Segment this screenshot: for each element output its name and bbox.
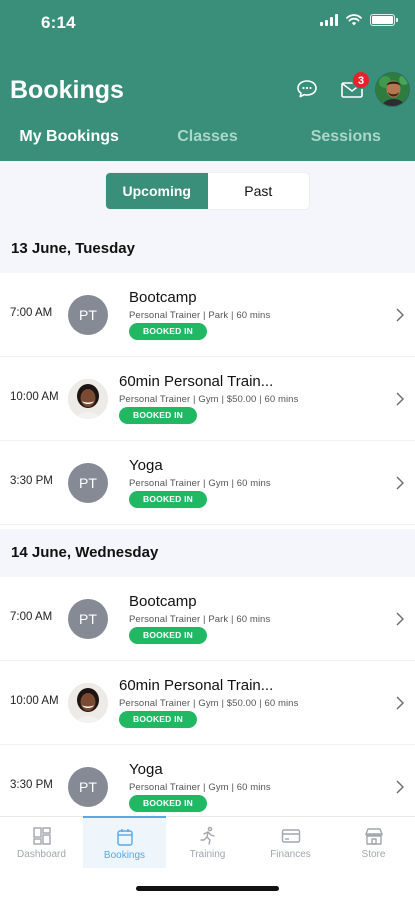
chevron-right-icon	[396, 392, 404, 406]
booked-in-badge: BOOKED IN	[119, 407, 197, 424]
wifi-icon	[346, 14, 362, 26]
home-indicator	[136, 886, 279, 891]
date-header: 13 June, Tuesday	[0, 225, 415, 273]
tab-classes[interactable]: Classes	[138, 118, 276, 161]
trainer-initials-avatar: PT	[68, 767, 108, 807]
nav-label: Bookings	[103, 850, 146, 861]
booking-title: Yoga	[129, 761, 163, 778]
trainer-photo-avatar	[68, 683, 108, 723]
segment-area: Upcoming Past	[0, 161, 415, 225]
trainer-photo-avatar	[68, 379, 108, 419]
booking-subtitle: Personal Trainer | Park | 60 mins	[129, 614, 271, 625]
chevron-right-icon	[396, 612, 404, 626]
nav-training[interactable]: Training	[166, 817, 249, 869]
booking-title: 60min Personal Train...	[119, 373, 274, 390]
booking-title: Bootcamp	[129, 289, 197, 306]
nav-label: Finances	[270, 849, 311, 860]
status-bar: 6:14	[0, 0, 415, 46]
dashboard-icon	[32, 827, 51, 845]
booking-title: Yoga	[129, 457, 163, 474]
nav-finances[interactable]: Finances	[249, 817, 332, 869]
trainer-initials-avatar: PT	[68, 599, 108, 639]
booking-title: Bootcamp	[129, 593, 197, 610]
booking-row[interactable]: 3:30 PM PT Yoga Personal Trainer | Gym |…	[0, 441, 415, 525]
booking-time: 7:00 AM	[10, 611, 53, 623]
page-title: Bookings	[10, 76, 124, 104]
booking-subtitle: Personal Trainer | Gym | $50.00 | 60 min…	[119, 394, 299, 405]
booked-in-badge: BOOKED IN	[129, 323, 207, 340]
tab-sessions[interactable]: Sessions	[277, 118, 415, 161]
booked-in-badge: BOOKED IN	[129, 627, 207, 644]
status-icons	[320, 14, 398, 26]
booking-subtitle: Personal Trainer | Gym | 60 mins	[129, 782, 271, 793]
trainer-initials-avatar: PT	[68, 295, 108, 335]
notification-badge: 3	[352, 71, 370, 89]
store-icon	[364, 828, 383, 845]
upcoming-button[interactable]: Upcoming	[106, 173, 208, 209]
status-time: 6:14	[41, 13, 76, 32]
booking-time: 3:30 PM	[10, 475, 53, 487]
signal-icon	[320, 14, 338, 26]
calendar-icon	[116, 829, 133, 846]
booking-subtitle: Personal Trainer | Gym | $50.00 | 60 min…	[119, 698, 299, 709]
booking-row[interactable]: 10:00 AM 60min Personal Train... Persona…	[0, 661, 415, 745]
booking-time: 10:00 AM	[10, 391, 59, 403]
booking-title: 60min Personal Train...	[119, 677, 274, 694]
credit-card-icon	[281, 829, 300, 843]
booking-row[interactable]: 10:00 AM 60min Personal Train... Persona…	[0, 357, 415, 441]
upcoming-past-toggle: Upcoming Past	[106, 173, 309, 209]
nav-store[interactable]: Store	[332, 817, 415, 869]
booking-row[interactable]: 7:00 AM PT Bootcamp Personal Trainer | P…	[0, 273, 415, 357]
booking-time: 3:30 PM	[10, 779, 53, 791]
trainer-initials-avatar: PT	[68, 463, 108, 503]
booking-subtitle: Personal Trainer | Park | 60 mins	[129, 310, 271, 321]
app-header: 6:14 Bookings 3 My Bookings Classes Sess…	[0, 0, 415, 161]
user-avatar[interactable]	[375, 72, 410, 107]
booked-in-badge: BOOKED IN	[119, 711, 197, 728]
nav-bookings[interactable]: Bookings	[83, 816, 166, 868]
chevron-right-icon	[396, 476, 404, 490]
booked-in-badge: BOOKED IN	[129, 795, 207, 812]
top-tabs: My Bookings Classes Sessions	[0, 118, 415, 161]
running-icon	[199, 826, 215, 845]
battery-icon	[370, 14, 398, 26]
past-button[interactable]: Past	[208, 173, 310, 209]
nav-label: Dashboard	[17, 849, 66, 860]
nav-label: Store	[361, 849, 386, 860]
nav-dashboard[interactable]: Dashboard	[0, 817, 83, 869]
chat-icon[interactable]	[296, 79, 318, 99]
chevron-right-icon	[396, 780, 404, 794]
date-header: 14 June, Wednesday	[0, 529, 415, 577]
booking-row[interactable]: 7:00 AM PT Bootcamp Personal Trainer | P…	[0, 577, 415, 661]
chevron-right-icon	[396, 308, 404, 322]
booking-time: 7:00 AM	[10, 307, 53, 319]
chevron-right-icon	[396, 696, 404, 710]
nav-label: Training	[189, 849, 226, 860]
tab-my-bookings[interactable]: My Bookings	[0, 118, 138, 161]
booking-subtitle: Personal Trainer | Gym | 60 mins	[129, 478, 271, 489]
booked-in-badge: BOOKED IN	[129, 491, 207, 508]
booking-time: 10:00 AM	[10, 695, 59, 707]
